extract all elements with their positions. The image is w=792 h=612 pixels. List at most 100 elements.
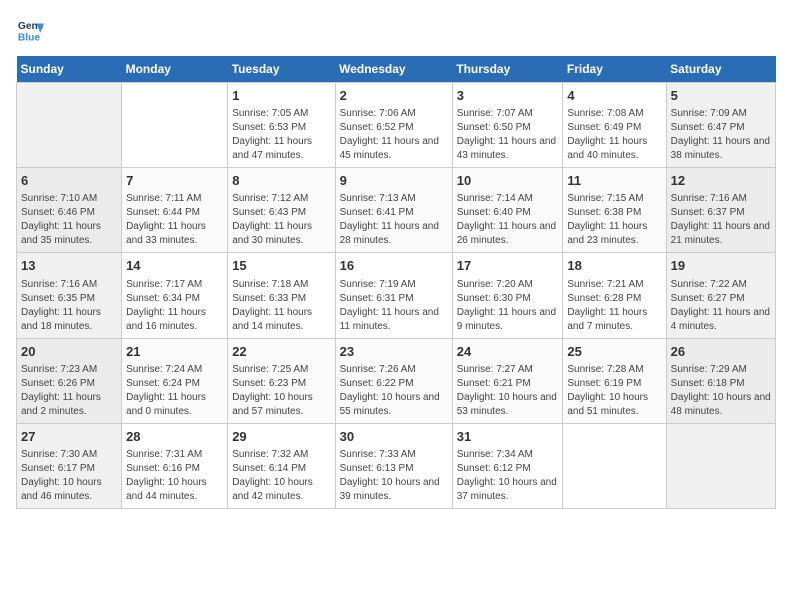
day-number: 17 bbox=[457, 257, 559, 275]
logo-icon: General Blue bbox=[16, 16, 44, 44]
day-info: Sunrise: 7:28 AM Sunset: 6:19 PM Dayligh… bbox=[567, 363, 661, 419]
calendar-cell: 26 Sunrise: 7:29 AM Sunset: 6:18 PM Dayli… bbox=[666, 338, 775, 423]
calendar-cell: 12 Sunrise: 7:16 AM Sunset: 6:37 PM Dayli… bbox=[666, 168, 775, 253]
day-number: 18 bbox=[567, 257, 661, 275]
day-number: 1 bbox=[232, 87, 330, 105]
calendar-cell: 22Sunrise: 7:25 AM Sunset: 6:23 PM Dayli… bbox=[228, 338, 335, 423]
page-header: General Blue bbox=[16, 16, 776, 44]
calendar-cell: 20 Sunrise: 7:23 AM Sunset: 6:26 PM Dayli… bbox=[17, 338, 122, 423]
day-header-monday: Monday bbox=[122, 56, 228, 83]
day-info: Sunrise: 7:31 AM Sunset: 6:16 PM Dayligh… bbox=[126, 448, 223, 504]
calendar-cell: 9 Sunrise: 7:13 AM Sunset: 6:41 PM Daylig… bbox=[335, 168, 452, 253]
day-number: 7 bbox=[126, 172, 223, 190]
day-number: 12 bbox=[671, 172, 771, 190]
day-number: 4 bbox=[567, 87, 661, 105]
calendar-cell: 24 Sunrise: 7:27 AM Sunset: 6:21 PM Dayli… bbox=[452, 338, 563, 423]
day-info: Sunrise: 7:19 AM Sunset: 6:31 PM Dayligh… bbox=[340, 278, 448, 334]
day-info: Sunrise: 7:34 AM Sunset: 6:12 PM Dayligh… bbox=[457, 448, 559, 504]
day-number: 2 bbox=[340, 87, 448, 105]
calendar-cell: 28 Sunrise: 7:31 AM Sunset: 6:16 PM Dayli… bbox=[122, 423, 228, 508]
day-number: 15 bbox=[232, 257, 330, 275]
calendar-cell: 7Sunrise: 7:11 AM Sunset: 6:44 PM Daylig… bbox=[122, 168, 228, 253]
week-row-2: 6Sunrise: 7:10 AM Sunset: 6:46 PM Daylig… bbox=[17, 168, 776, 253]
day-header-tuesday: Tuesday bbox=[228, 56, 335, 83]
day-number: 29 bbox=[232, 428, 330, 446]
week-row-5: 27 Sunrise: 7:30 AM Sunset: 6:17 PM Dayli… bbox=[17, 423, 776, 508]
day-info: Sunrise: 7:17 AM Sunset: 6:34 PM Dayligh… bbox=[126, 278, 223, 334]
day-number: 11 bbox=[567, 172, 661, 190]
calendar-cell: 27 Sunrise: 7:30 AM Sunset: 6:17 PM Dayli… bbox=[17, 423, 122, 508]
day-info: Sunrise: 7:29 AM Sunset: 6:18 PM Dayligh… bbox=[671, 363, 771, 419]
calendar-cell: 14Sunrise: 7:17 AM Sunset: 6:34 PM Dayli… bbox=[122, 253, 228, 338]
calendar-cell: 17Sunrise: 7:20 AM Sunset: 6:30 PM Dayli… bbox=[452, 253, 563, 338]
calendar-cell: 31 Sunrise: 7:34 AM Sunset: 6:12 PM Dayli… bbox=[452, 423, 563, 508]
day-number: 28 bbox=[126, 428, 223, 446]
day-info: Sunrise: 7:08 AM Sunset: 6:49 PM Dayligh… bbox=[567, 107, 661, 163]
calendar-cell: 18Sunrise: 7:21 AM Sunset: 6:28 PM Dayli… bbox=[563, 253, 666, 338]
day-info: Sunrise: 7:10 AM Sunset: 6:46 PM Dayligh… bbox=[21, 192, 117, 248]
day-number: 10 bbox=[457, 172, 559, 190]
day-info: Sunrise: 7:33 AM Sunset: 6:13 PM Dayligh… bbox=[340, 448, 448, 504]
day-number: 22 bbox=[232, 343, 330, 361]
day-info: Sunrise: 7:26 AM Sunset: 6:22 PM Dayligh… bbox=[340, 363, 448, 419]
day-info: Sunrise: 7:14 AM Sunset: 6:40 PM Dayligh… bbox=[457, 192, 559, 248]
day-number: 26 bbox=[671, 343, 771, 361]
day-number: 20 bbox=[21, 343, 117, 361]
calendar-cell: 25Sunrise: 7:28 AM Sunset: 6:19 PM Dayli… bbox=[563, 338, 666, 423]
calendar-cell: 4 Sunrise: 7:08 AM Sunset: 6:49 PM Daylig… bbox=[563, 83, 666, 168]
day-number: 3 bbox=[457, 87, 559, 105]
day-info: Sunrise: 7:30 AM Sunset: 6:17 PM Dayligh… bbox=[21, 448, 117, 504]
logo: General Blue bbox=[16, 16, 48, 44]
day-info: Sunrise: 7:16 AM Sunset: 6:35 PM Dayligh… bbox=[21, 278, 117, 334]
calendar-cell: 5 Sunrise: 7:09 AM Sunset: 6:47 PM Daylig… bbox=[666, 83, 775, 168]
day-number: 13 bbox=[21, 257, 117, 275]
day-number: 9 bbox=[340, 172, 448, 190]
day-info: Sunrise: 7:16 AM Sunset: 6:37 PM Dayligh… bbox=[671, 192, 771, 248]
calendar-cell: 29 Sunrise: 7:32 AM Sunset: 6:14 PM Dayli… bbox=[228, 423, 335, 508]
day-info: Sunrise: 7:13 AM Sunset: 6:41 PM Dayligh… bbox=[340, 192, 448, 248]
calendar-cell: 3 Sunrise: 7:07 AM Sunset: 6:50 PM Daylig… bbox=[452, 83, 563, 168]
day-header-saturday: Saturday bbox=[666, 56, 775, 83]
calendar-cell: 15Sunrise: 7:18 AM Sunset: 6:33 PM Dayli… bbox=[228, 253, 335, 338]
day-number: 5 bbox=[671, 87, 771, 105]
calendar-body: 1Sunrise: 7:05 AM Sunset: 6:53 PM Daylig… bbox=[17, 83, 776, 509]
week-row-3: 13 Sunrise: 7:16 AM Sunset: 6:35 PM Dayli… bbox=[17, 253, 776, 338]
day-header-friday: Friday bbox=[563, 56, 666, 83]
day-info: Sunrise: 7:32 AM Sunset: 6:14 PM Dayligh… bbox=[232, 448, 330, 504]
calendar-cell bbox=[122, 83, 228, 168]
day-info: Sunrise: 7:23 AM Sunset: 6:26 PM Dayligh… bbox=[21, 363, 117, 419]
calendar-table: SundayMondayTuesdayWednesdayThursdayFrid… bbox=[16, 56, 776, 509]
day-info: Sunrise: 7:22 AM Sunset: 6:27 PM Dayligh… bbox=[671, 278, 771, 334]
day-number: 31 bbox=[457, 428, 559, 446]
svg-text:Blue: Blue bbox=[18, 32, 41, 43]
day-number: 30 bbox=[340, 428, 448, 446]
day-info: Sunrise: 7:07 AM Sunset: 6:50 PM Dayligh… bbox=[457, 107, 559, 163]
calendar-cell bbox=[563, 423, 666, 508]
day-number: 24 bbox=[457, 343, 559, 361]
day-info: Sunrise: 7:27 AM Sunset: 6:21 PM Dayligh… bbox=[457, 363, 559, 419]
day-header-wednesday: Wednesday bbox=[335, 56, 452, 83]
day-info: Sunrise: 7:09 AM Sunset: 6:47 PM Dayligh… bbox=[671, 107, 771, 163]
calendar-cell: 6Sunrise: 7:10 AM Sunset: 6:46 PM Daylig… bbox=[17, 168, 122, 253]
day-info: Sunrise: 7:24 AM Sunset: 6:24 PM Dayligh… bbox=[126, 363, 223, 419]
calendar-cell bbox=[17, 83, 122, 168]
day-info: Sunrise: 7:12 AM Sunset: 6:43 PM Dayligh… bbox=[232, 192, 330, 248]
day-number: 21 bbox=[126, 343, 223, 361]
calendar-cell: 23Sunrise: 7:26 AM Sunset: 6:22 PM Dayli… bbox=[335, 338, 452, 423]
calendar-cell: 16Sunrise: 7:19 AM Sunset: 6:31 PM Dayli… bbox=[335, 253, 452, 338]
calendar-cell: 30 Sunrise: 7:33 AM Sunset: 6:13 PM Dayli… bbox=[335, 423, 452, 508]
week-row-4: 20 Sunrise: 7:23 AM Sunset: 6:26 PM Dayli… bbox=[17, 338, 776, 423]
day-info: Sunrise: 7:06 AM Sunset: 6:52 PM Dayligh… bbox=[340, 107, 448, 163]
calendar-header-row: SundayMondayTuesdayWednesdayThursdayFrid… bbox=[17, 56, 776, 83]
calendar-cell: 11 Sunrise: 7:15 AM Sunset: 6:38 PM Dayli… bbox=[563, 168, 666, 253]
calendar-cell bbox=[666, 423, 775, 508]
day-number: 27 bbox=[21, 428, 117, 446]
calendar-cell: 8 Sunrise: 7:12 AM Sunset: 6:43 PM Daylig… bbox=[228, 168, 335, 253]
day-number: 19 bbox=[671, 257, 771, 275]
week-row-1: 1Sunrise: 7:05 AM Sunset: 6:53 PM Daylig… bbox=[17, 83, 776, 168]
calendar-cell: 19 Sunrise: 7:22 AM Sunset: 6:27 PM Dayli… bbox=[666, 253, 775, 338]
day-number: 8 bbox=[232, 172, 330, 190]
day-header-sunday: Sunday bbox=[17, 56, 122, 83]
calendar-cell: 10 Sunrise: 7:14 AM Sunset: 6:40 PM Dayli… bbox=[452, 168, 563, 253]
day-info: Sunrise: 7:15 AM Sunset: 6:38 PM Dayligh… bbox=[567, 192, 661, 248]
